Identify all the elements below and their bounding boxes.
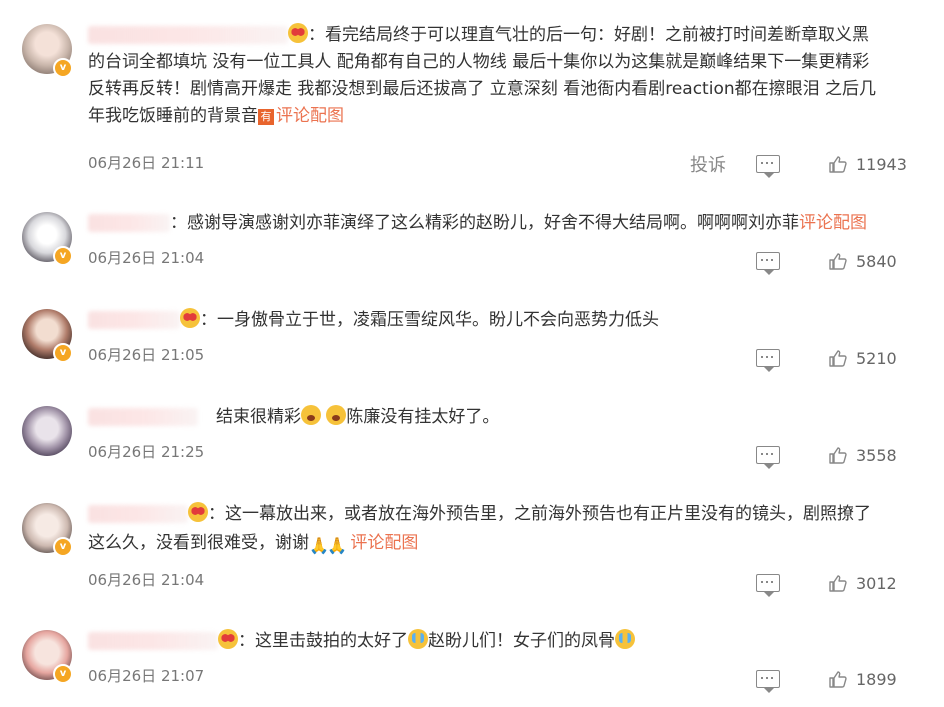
- verified-badge-icon: v: [53, 664, 73, 684]
- heart-eyes-emoji-icon: [288, 23, 308, 43]
- like-count: 5840: [856, 251, 897, 271]
- comment-icon[interactable]: [756, 670, 780, 693]
- thumbs-up-icon[interactable]: [828, 251, 848, 271]
- report-button[interactable]: 投诉: [690, 151, 726, 177]
- comment-text: 结束很精彩: [216, 407, 301, 427]
- comment-text: ：感谢导演感谢刘亦菲演绎了这么精彩的赵盼儿，好舍不得大结局啊。啊啊啊刘亦菲: [170, 213, 799, 233]
- comment-actions: 投诉 11943: [690, 151, 908, 178]
- heart-eyes-emoji-icon: [188, 502, 208, 522]
- comment-text: ：这一幕放出来，或者放在海外预告里，之前海外预告也有正片里没有的镜头，剧照撩了: [208, 504, 871, 524]
- like-count: 5210: [856, 348, 897, 368]
- comment-text: ：这里击鼓拍的太好了: [238, 631, 408, 651]
- comment-image-link[interactable]: 评论配图: [350, 533, 418, 553]
- comment-time: 06月26日 21:04: [88, 249, 205, 267]
- like-count: 3012: [856, 573, 897, 593]
- heart-eyes-emoji-icon: [180, 308, 200, 328]
- comment-time: 06月26日 21:07: [88, 667, 205, 685]
- like-count: 3558: [856, 445, 897, 465]
- comment-text: 反转再反转！剧情高开爆走 我都没想到最后还拔高了 立意深刻 看池衙内看剧reac…: [88, 79, 877, 99]
- comment-text: 赵盼儿们！女子们的凤骨: [428, 631, 615, 651]
- username[interactable]: [88, 408, 198, 426]
- comment-text: 的台词全都填坑 没有一位工具人 配角都有自己的人物线 最后十集你以为这集就是巅峰…: [88, 52, 870, 72]
- comment-icon[interactable]: [756, 446, 780, 469]
- comment-icon[interactable]: [756, 252, 780, 275]
- crying-face-emoji-icon: [615, 629, 635, 649]
- comment-actions: 1899: [756, 667, 908, 693]
- thumbs-up-icon[interactable]: [828, 154, 848, 174]
- thumbs-up-icon[interactable]: [828, 573, 848, 593]
- username[interactable]: [88, 632, 218, 650]
- comment-text: 这么久，没看到很难受，谢谢: [88, 533, 309, 553]
- username[interactable]: [88, 26, 288, 44]
- like-count: 11943: [856, 154, 907, 174]
- verified-badge-icon: v: [53, 537, 73, 557]
- thumbs-up-icon[interactable]: [828, 445, 848, 465]
- username[interactable]: [88, 311, 180, 329]
- comment-text: 年我吃饭睡前的背景音: [88, 106, 258, 126]
- comment-actions: 3012: [756, 571, 908, 597]
- comment-image-link[interactable]: 评论配图: [799, 213, 867, 233]
- like-count: 1899: [856, 669, 897, 689]
- comment-time: 06月26日 21:25: [88, 443, 205, 461]
- comment-actions: 3558: [756, 443, 908, 469]
- thumbs-up-icon[interactable]: [828, 348, 848, 368]
- crying-face-emoji-icon: [408, 629, 428, 649]
- comment-actions: 5210: [756, 346, 908, 372]
- praying-hands-emoji-icon: 🙏: [327, 536, 347, 555]
- thumbs-up-icon[interactable]: [828, 669, 848, 689]
- comment-image-link[interactable]: 评论配图: [276, 106, 344, 126]
- comment-time: 06月26日 21:11: [88, 154, 205, 172]
- comment-text: 陈廉没有挂太好了。: [346, 407, 500, 427]
- heart-eyes-emoji-icon: [218, 629, 238, 649]
- comment-actions: 5840: [756, 249, 908, 275]
- praying-hands-emoji-icon: 🙏: [309, 536, 329, 555]
- comment-icon[interactable]: [756, 155, 780, 178]
- screaming-face-emoji-icon: [301, 405, 321, 425]
- username[interactable]: [88, 505, 188, 523]
- username[interactable]: [88, 214, 170, 232]
- comment-time: 06月26日 21:04: [88, 571, 205, 589]
- verified-badge-icon: v: [53, 246, 73, 266]
- avatar[interactable]: [22, 406, 72, 456]
- comment-icon[interactable]: [756, 574, 780, 597]
- comment-icon[interactable]: [756, 349, 780, 372]
- comment-time: 06月26日 21:05: [88, 346, 205, 364]
- verified-badge-icon: v: [53, 343, 73, 363]
- tag-badge: 有: [258, 109, 274, 125]
- comment-text: ：一身傲骨立于世，凌霜压雪绽风华。盼儿不会向恶势力低头: [200, 310, 659, 330]
- verified-badge-icon: v: [53, 58, 73, 78]
- comment-text: ：看完结局终于可以理直气壮的后一句：好剧！之前被打时间差断章取义黑: [308, 25, 869, 45]
- screaming-face-emoji-icon: [326, 405, 347, 425]
